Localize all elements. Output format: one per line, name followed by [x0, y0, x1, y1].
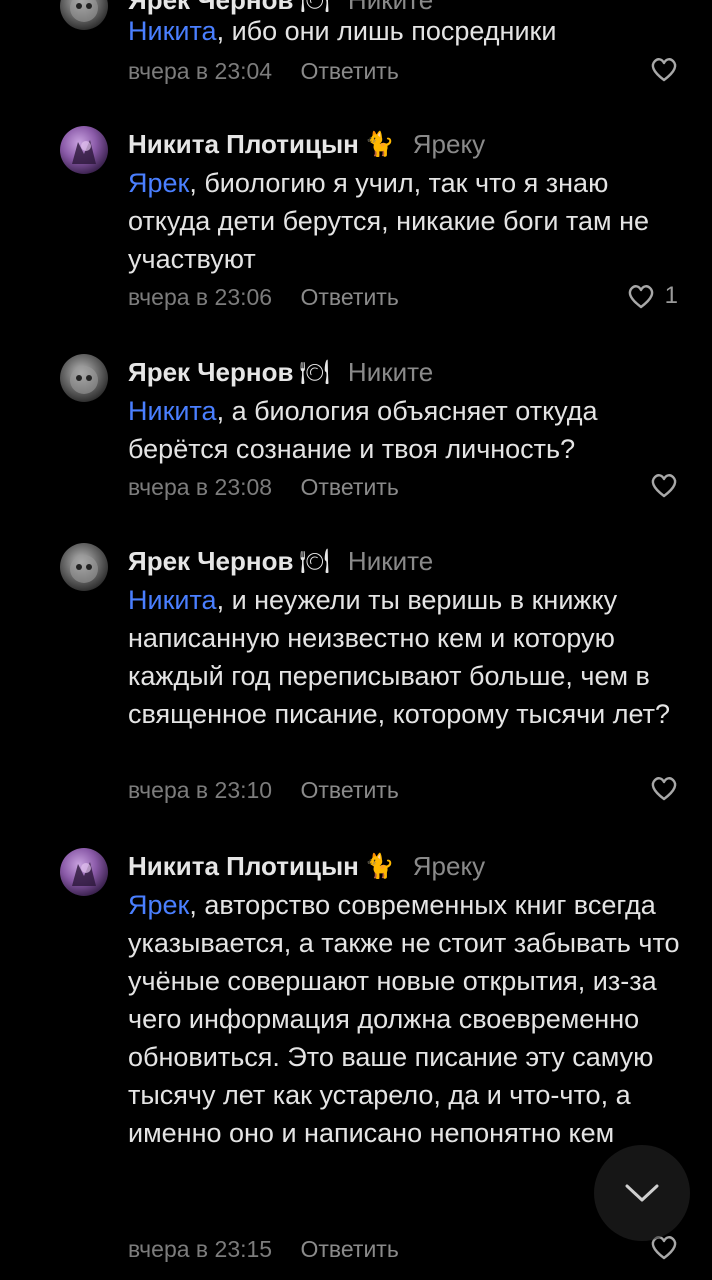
comment-text: Ярек, авторство современных книг всегда … — [128, 890, 680, 1148]
mention-link[interactable]: Никита — [128, 585, 217, 615]
timestamp: вчера в 23:15 — [128, 1236, 273, 1262]
comment-header: Ярек Чернов 🍽 Никите — [128, 356, 433, 388]
timestamp: вчера в 23:10 — [128, 777, 273, 803]
comment-meta: вчера в 23:06 Ответить — [128, 284, 399, 311]
status-emoji: 🐈 — [364, 130, 395, 158]
reply-to[interactable]: Никите — [348, 546, 433, 577]
timestamp: вчера в 23:04 — [128, 58, 273, 84]
avatar[interactable] — [60, 0, 108, 30]
comment-meta: вчера в 23:10 Ответить — [128, 777, 399, 804]
reply-to[interactable]: Никите — [348, 357, 433, 388]
comment-text: Никита, а биология объясняет откуда берё… — [128, 396, 598, 464]
author-name[interactable]: Никита Плотицын — [128, 851, 359, 882]
reply-button[interactable]: Ответить — [301, 474, 399, 500]
comment-meta: вчера в 23:08 Ответить — [128, 474, 399, 501]
comment: Никита Плотицын 🐈 Яреку Ярек, биологию я… — [0, 126, 712, 316]
comment: Ярек Чернов 🍽 Никите Никита, а биология … — [0, 354, 712, 504]
status-emoji: 🍽 — [299, 358, 330, 386]
avatar[interactable] — [60, 354, 108, 402]
mention-link[interactable]: Никита — [128, 396, 217, 426]
reply-to[interactable]: Яреку — [413, 851, 485, 882]
like-button[interactable] — [650, 56, 678, 82]
mention-link[interactable]: Никита — [128, 16, 217, 46]
comment: Ярек Чернов 🍽 Никите Никита, ибо они лиш… — [0, 0, 712, 92]
status-emoji: 🍽 — [299, 547, 330, 575]
comment: Ярек Чернов 🍽 Никите Никита, и неужели т… — [0, 543, 712, 808]
reply-button[interactable]: Ответить — [301, 777, 399, 803]
timestamp: вчера в 23:06 — [128, 284, 273, 310]
like-button[interactable] — [650, 472, 678, 498]
author-name[interactable]: Ярек Чернов — [128, 357, 293, 388]
mention-link[interactable]: Ярек — [128, 890, 189, 920]
heart-icon — [651, 474, 677, 498]
timestamp: вчера в 23:08 — [128, 474, 273, 500]
comment-text: Никита, ибо они лишь посредники — [128, 16, 557, 46]
comment-meta: вчера в 23:04 Ответить — [128, 58, 399, 85]
heart-icon — [651, 777, 677, 801]
status-emoji: 🐈 — [364, 852, 395, 880]
like-button[interactable]: 1 — [627, 282, 678, 310]
mention-link[interactable]: Ярек — [128, 168, 189, 198]
avatar[interactable] — [60, 126, 108, 174]
comment-header: Никита Плотицын 🐈 Яреку — [128, 128, 485, 160]
reply-button[interactable]: Ответить — [301, 1236, 399, 1262]
comment-text: Никита, и неужели ты веришь в книжку нап… — [128, 585, 670, 729]
comment-meta: вчера в 23:15 Ответить — [128, 1236, 399, 1263]
comment-text: Ярек, биологию я учил, так что я знаю от… — [128, 168, 649, 274]
reply-button[interactable]: Ответить — [301, 58, 399, 84]
author-name[interactable]: Никита Плотицын — [128, 129, 359, 160]
reply-to[interactable]: Яреку — [413, 129, 485, 160]
avatar[interactable] — [60, 848, 108, 896]
like-count: 1 — [664, 282, 678, 309]
comment-header: Никита Плотицын 🐈 Яреку — [128, 850, 485, 882]
heart-icon — [628, 285, 653, 309]
chevron-down-icon — [625, 1184, 659, 1202]
scroll-down-button[interactable] — [594, 1145, 690, 1241]
like-button[interactable] — [650, 775, 678, 801]
author-name[interactable]: Ярек Чернов — [128, 546, 293, 577]
heart-icon — [651, 58, 677, 82]
reply-button[interactable]: Ответить — [301, 284, 399, 310]
comment-header: Ярек Чернов 🍽 Никите — [128, 545, 433, 577]
avatar[interactable] — [60, 543, 108, 591]
